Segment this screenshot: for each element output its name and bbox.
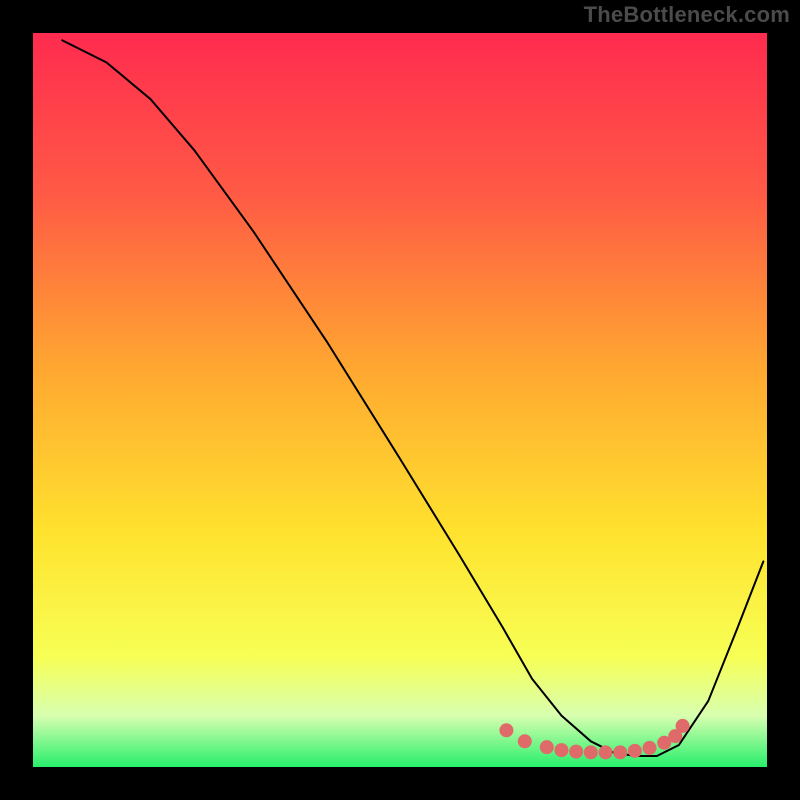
optimal-marker: [628, 744, 642, 758]
optimal-marker: [554, 743, 568, 757]
optimal-marker: [499, 723, 513, 737]
chart-svg: [33, 33, 767, 767]
watermark-label: TheBottleneck.com: [584, 2, 790, 28]
plot-area: [33, 33, 767, 767]
optimal-marker: [584, 745, 598, 759]
optimal-marker: [676, 719, 690, 733]
gradient-bg: [33, 33, 767, 767]
optimal-marker: [643, 741, 657, 755]
optimal-marker: [518, 734, 532, 748]
optimal-marker: [540, 740, 554, 754]
chart-container: TheBottleneck.com: [0, 0, 800, 800]
optimal-marker: [613, 745, 627, 759]
optimal-marker: [569, 745, 583, 759]
optimal-marker: [599, 745, 613, 759]
